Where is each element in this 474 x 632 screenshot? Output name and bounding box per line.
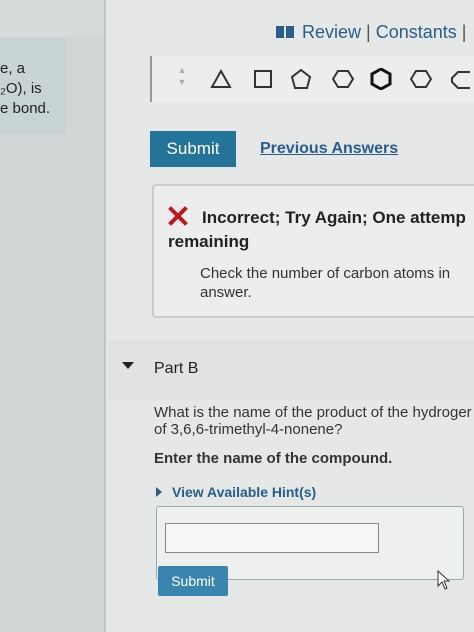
left-strip [0,0,104,36]
left-text-line: e, a [0,60,26,77]
instruction-text: Enter the name of the compound. [154,450,393,467]
left-text-line: e bond. [0,100,51,117]
error-x-icon [168,206,188,226]
benzene-icon[interactable] [370,67,392,91]
feedback-message-line: answer. [200,284,252,301]
separator: | [366,21,371,42]
question-line: What is the name of the product of the h… [154,404,472,421]
octagon-icon[interactable] [448,68,470,90]
square-icon[interactable] [252,68,274,90]
mouse-cursor-icon [437,570,451,590]
caret-right-icon [156,487,162,497]
feedback-message-line: Check the number of carbon atoms in [200,265,451,282]
stepper-arrows-icon[interactable]: ▲ ▼ [176,64,188,92]
caret-down-icon[interactable] [122,362,134,369]
feedback-box: Incorrect; Try Again; One attemp remaini… [152,184,474,318]
hexagon-icon[interactable] [331,68,355,90]
feedback-title: Incorrect; Try Again; One attemp [202,208,466,227]
feedback-message: Check the number of carbon atoms in answ… [200,264,474,302]
hint-label[interactable]: View Available Hint(s) [172,484,316,500]
book-icon [276,26,294,38]
review-link[interactable]: Review [302,22,361,43]
answer-input[interactable] [165,523,379,553]
separator: | [461,21,467,42]
header-links: Review | Constants | [276,20,471,44]
triangle-icon[interactable] [210,68,232,90]
constants-link[interactable]: Constants [376,22,457,43]
drawing-toolbar: ▲ ▼ [150,56,474,102]
pentagon-icon[interactable] [290,68,312,90]
part-b-header[interactable]: Part B [108,340,474,400]
question-text: What is the name of the product of the h… [154,404,472,438]
view-hints-link[interactable]: View Available Hint(s) [156,484,316,500]
left-panel: e, a ₂O), is e bond. [0,0,104,632]
previous-answers-link[interactable]: Previous Answers [260,140,398,158]
part-b-label: Part B [154,360,199,377]
left-text-line: ₂O), is [0,80,42,97]
question-line: of 3,6,6-trimethyl-4-nonene? [154,421,343,438]
submit-button[interactable]: Submit [150,131,236,167]
heptagon-icon[interactable] [409,68,433,90]
submit-button-part-b[interactable]: Submit [158,566,228,596]
feedback-title-cont: remaining [168,232,250,251]
